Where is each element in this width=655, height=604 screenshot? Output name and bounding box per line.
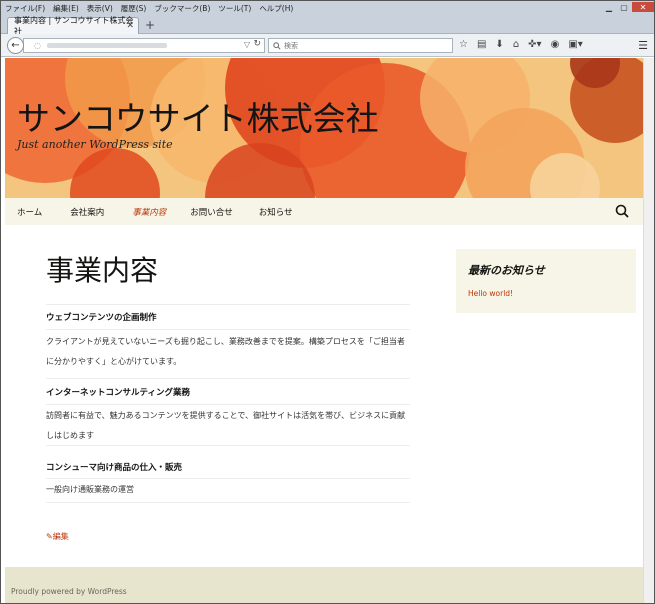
menu-hamburger-icon[interactable]: ☰	[638, 39, 648, 52]
search-icon	[273, 41, 281, 50]
sync-icon[interactable]: ◉	[551, 39, 560, 50]
search-input[interactable]: 検索	[268, 38, 453, 53]
menu-history[interactable]: 履歴(S)	[117, 3, 151, 14]
site-title[interactable]: サンコウサイト株式会社	[17, 92, 379, 140]
site-footer: Proudly powered by WordPress	[5, 567, 643, 603]
section-body: 訪問者に有益で、魅力あるコンテンツを提供することで、御社サイトは活気を帯び、ビジ…	[46, 406, 410, 446]
section-heading: コンシューマ向け商品の仕入・販売	[46, 461, 410, 473]
pencil-icon: ✎	[46, 532, 53, 541]
section-heading: ウェブコンテンツの企画制作	[46, 311, 410, 323]
toolbar-icons: ☆ ▤ ⬇ ⌂ ✜▾ ◉ ▣▾	[459, 39, 583, 50]
site-navigation: ホーム 会社案内 事業内容 お問い合せ お知らせ	[5, 198, 643, 225]
edit-link[interactable]: ✎編集	[46, 531, 69, 542]
downloads-icon[interactable]: ⬇	[495, 39, 503, 50]
nav-item-home[interactable]: ホーム	[5, 206, 54, 218]
sidebar-widget: 最新のお知らせ Hello world!	[456, 249, 636, 313]
home-icon[interactable]: ⌂	[513, 39, 519, 50]
menu-file[interactable]: ファイル(F)	[1, 3, 49, 14]
section-body: 一般向け通販業務の運営	[46, 480, 410, 500]
site-search-icon[interactable]	[615, 204, 629, 218]
search-placeholder: 検索	[284, 41, 298, 50]
nav-item-contact[interactable]: お問い合せ	[178, 206, 245, 218]
bookmark-star-icon[interactable]: ☆	[459, 39, 468, 50]
tab-close-icon[interactable]: ✕	[126, 21, 134, 31]
menu-tools[interactable]: ツール(T)	[214, 3, 255, 14]
divider	[46, 404, 410, 405]
site-header: サンコウサイト株式会社 Just another WordPress site	[5, 58, 643, 198]
divider	[46, 329, 410, 330]
scrollbar[interactable]	[643, 58, 654, 603]
footer-credit[interactable]: Proudly powered by WordPress	[11, 587, 127, 596]
menu-view[interactable]: 表示(V)	[83, 3, 117, 14]
edit-label: 編集	[52, 532, 69, 541]
recent-post-link[interactable]: Hello world!	[468, 289, 513, 298]
reading-list-icon[interactable]: ▤	[477, 39, 486, 50]
nav-item-business[interactable]: 事業内容	[116, 206, 178, 218]
addon-icon[interactable]: ✜▾	[528, 39, 541, 50]
section-heading-text: ウェブコンテンツの企画制作	[46, 313, 157, 323]
minimize-button[interactable]: ▁	[602, 2, 616, 12]
divider	[46, 445, 410, 446]
section-body-text: 訪問者に有益で、魅力あるコンテンツを提供することで、御社サイトは活気を帯び、ビジ…	[46, 411, 406, 440]
navigation-toolbar: ◌ ▽ ↻ ← 検索 ☆ ▤ ⬇ ⌂ ✜▾ ◉ ▣▾ ☰	[1, 34, 654, 57]
menu-bookmarks[interactable]: ブックマーク(B)	[150, 3, 214, 14]
section-body-text: クライアントが見えていないニーズも掘り起こし、業務改善までを提案。構築プロセスを…	[46, 337, 405, 366]
back-arrow-icon: ←	[11, 40, 20, 51]
site-identity-icon[interactable]: ◌	[34, 41, 41, 50]
browser-tab[interactable]: 事業内容 | サンコウサイト株式会社 ✕	[7, 16, 139, 36]
widget-title: 最新のお知らせ	[468, 264, 545, 277]
screenshot-icon[interactable]: ▣▾	[568, 39, 582, 50]
section-heading: インターネットコンサルティング業務	[46, 386, 410, 398]
reload-icon[interactable]: ↻	[253, 39, 261, 49]
section-body-text: 一般向け通販業務の運営	[46, 485, 134, 494]
url-dropdown-icon[interactable]: ▽	[244, 40, 250, 49]
menu-help[interactable]: ヘルプ(H)	[255, 3, 297, 14]
close-window-button[interactable]: ✕	[632, 2, 654, 12]
back-button[interactable]: ←	[7, 37, 24, 54]
maximize-button[interactable]: ▢	[617, 2, 631, 12]
window-controls: ▁ ▢ ✕	[602, 2, 654, 12]
menu-bar: ファイル(F) 編集(E) 表示(V) 履歴(S) ブックマーク(B) ツール(…	[1, 1, 654, 15]
main-content: 事業内容 ウェブコンテンツの企画制作 クライアントが見えていないニーズも掘り起こ…	[5, 225, 643, 567]
section-body: クライアントが見えていないニーズも掘り起こし、業務改善までを提案。構築プロセスを…	[46, 332, 410, 372]
divider	[46, 478, 410, 479]
nav-item-company[interactable]: 会社案内	[54, 206, 116, 218]
divider	[46, 378, 410, 379]
url-bar[interactable]: ◌ ▽ ↻	[23, 38, 265, 53]
new-tab-icon[interactable]: +	[145, 18, 155, 32]
menu-edit[interactable]: 編集(E)	[49, 3, 83, 14]
browser-window: ファイル(F) 編集(E) 表示(V) 履歴(S) ブックマーク(B) ツール(…	[0, 0, 655, 604]
section-heading-text: インターネットコンサルティング業務	[46, 388, 190, 398]
divider	[46, 502, 410, 503]
nav-item-news[interactable]: お知らせ	[245, 206, 305, 218]
divider	[46, 304, 410, 305]
section-heading-text: コンシューマ向け商品の仕入・販売	[46, 463, 183, 473]
page-title: 事業内容	[46, 254, 159, 287]
site-description: Just another WordPress site	[17, 138, 173, 151]
url-text	[46, 43, 167, 48]
tab-strip: 事業内容 | サンコウサイト株式会社 ✕ +	[1, 15, 654, 36]
